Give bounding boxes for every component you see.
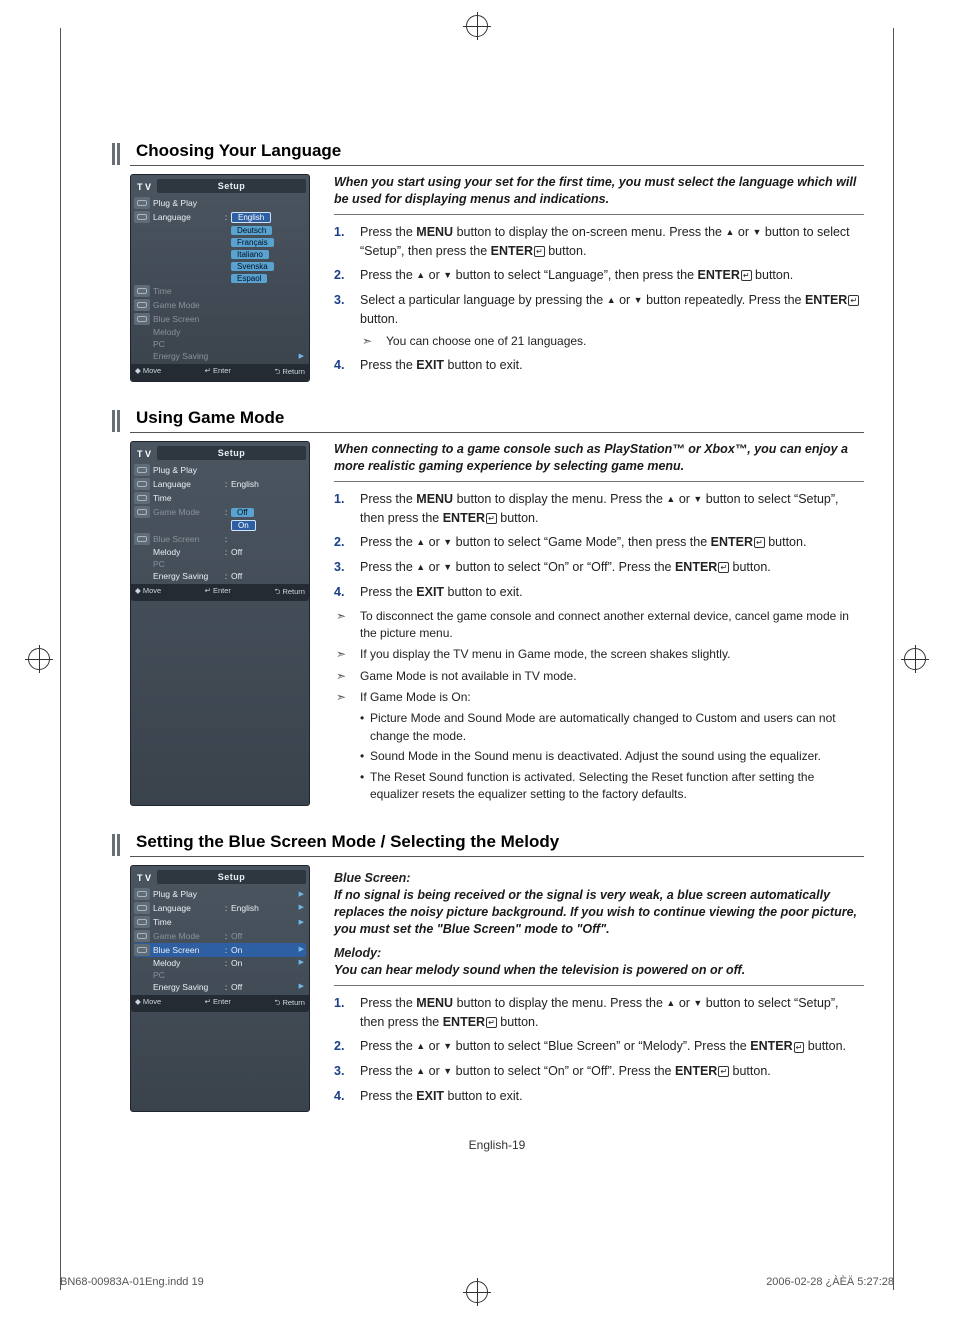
section-intro: When connecting to a game console such a… — [334, 441, 864, 482]
step-item: Press the MENU button to display the men… — [334, 994, 864, 1032]
osd-screenshot-gamemode: T VSetupPlug & PlayLanguage:EnglishTimeG… — [130, 441, 310, 806]
note-line: Game Mode is not available in TV mode. — [334, 668, 864, 685]
note-line: To disconnect the game console and conne… — [334, 608, 864, 643]
section-heading: Using Game Mode — [130, 408, 864, 428]
step-list: Press the MENU button to display the men… — [334, 490, 864, 602]
step-item: Press the EXIT button to exit. — [334, 356, 864, 375]
sub-bullet: Sound Mode in the Sound menu is deactiva… — [360, 748, 864, 765]
osd-screenshot-bluescreen: T VSetupPlug & Play▶Language:English▶Tim… — [130, 865, 310, 1111]
section-intro: You can hear melody sound when the telev… — [334, 962, 864, 986]
step-item: Press the MENU button to display the on-… — [334, 223, 864, 261]
registration-mark-icon — [28, 648, 50, 670]
step-item: Press the ▲ or ▼ button to select “On” o… — [334, 1062, 864, 1081]
section-intro: If no signal is being received or the si… — [334, 887, 864, 940]
footer-timestamp: 2006-02-28 ¿ÀÈÄ 5:27:28 — [766, 1276, 894, 1288]
print-footer: BN68-00983A-01Eng.indd 19 2006-02-28 ¿ÀÈ… — [60, 1276, 894, 1288]
note-line: If Game Mode is On: — [334, 689, 864, 706]
step-item: Press the EXIT button to exit. — [334, 583, 864, 602]
registration-mark-icon — [904, 648, 926, 670]
section-title: Using Game Mode — [136, 408, 864, 428]
footer-file: BN68-00983A-01Eng.indd 19 — [60, 1276, 204, 1288]
step-item: Press the ▲ or ▼ button to select “On” o… — [334, 558, 864, 577]
sub-bullet: Picture Mode and Sound Mode are automati… — [360, 710, 864, 745]
registration-mark-icon — [466, 15, 488, 37]
step-list: Press the MENU button to display the on-… — [334, 223, 864, 375]
intro-subtitle: Melody: — [334, 946, 864, 960]
intro-subtitle: Blue Screen: — [334, 871, 864, 885]
sub-bullet-list: Picture Mode and Sound Mode are automati… — [334, 710, 864, 803]
page-number: English-19 — [130, 1138, 864, 1152]
section-heading: Choosing Your Language — [130, 141, 864, 161]
section-title: Setting the Blue Screen Mode / Selecting… — [136, 832, 864, 852]
section-intro: When you start using your set for the fi… — [334, 174, 864, 215]
document-page: Choosing Your Language T VSetupPlug & Pl… — [0, 0, 954, 1318]
note-line: If you display the TV menu in Game mode,… — [334, 646, 864, 663]
sub-bullet: The Reset Sound function is activated. S… — [360, 769, 864, 804]
section-heading: Setting the Blue Screen Mode / Selecting… — [130, 832, 864, 852]
step-item: Press the MENU button to display the men… — [334, 490, 864, 528]
step-item: Select a particular language by pressing… — [334, 291, 864, 350]
section-title: Choosing Your Language — [136, 141, 864, 161]
step-list: Press the MENU button to display the men… — [334, 994, 864, 1106]
step-item: Press the ▲ or ▼ button to select “Game … — [334, 533, 864, 552]
step-item: Press the ▲ or ▼ button to select “Langu… — [334, 266, 864, 285]
osd-screenshot-language: T VSetupPlug & PlayLanguage:EnglishDeuts… — [130, 174, 310, 382]
step-item: Press the ▲ or ▼ button to select “Blue … — [334, 1037, 864, 1056]
step-item: Press the EXIT button to exit. — [334, 1087, 864, 1106]
